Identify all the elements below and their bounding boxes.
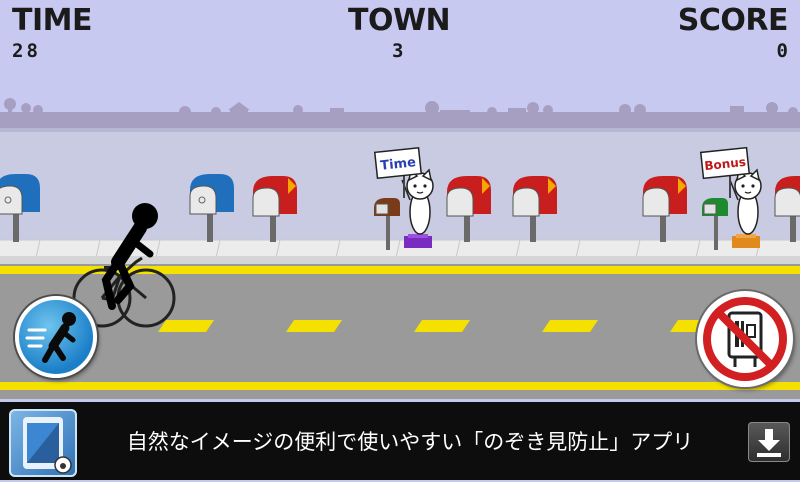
time-value: 28 (12, 40, 41, 62)
dash-button[interactable] (15, 296, 97, 378)
time-label: TIME (12, 3, 92, 38)
town-label: TOWN (348, 3, 451, 38)
download-icon (757, 429, 781, 457)
no-mailbox-icon (703, 297, 787, 381)
score-label: SCORE (677, 3, 789, 38)
game-scene[interactable]: Time Bonus TIME 28 TOWN 3 SCORE 0 (0, 0, 800, 402)
no-mailbox-button[interactable] (697, 291, 793, 387)
runner-icon (25, 312, 76, 363)
phone-app-icon (23, 417, 72, 474)
download-button[interactable] (748, 422, 790, 462)
ad-banner[interactable]: 自然なイメージの便利で使いやすい「のぞき見防止」アプリ (0, 402, 800, 480)
score-value: 0 (776, 40, 791, 62)
town-value: 3 (392, 40, 407, 62)
app-icon[interactable] (9, 409, 77, 477)
ad-text: 自然なイメージの便利で使いやすい「のぞき見防止」アプリ (126, 430, 694, 454)
